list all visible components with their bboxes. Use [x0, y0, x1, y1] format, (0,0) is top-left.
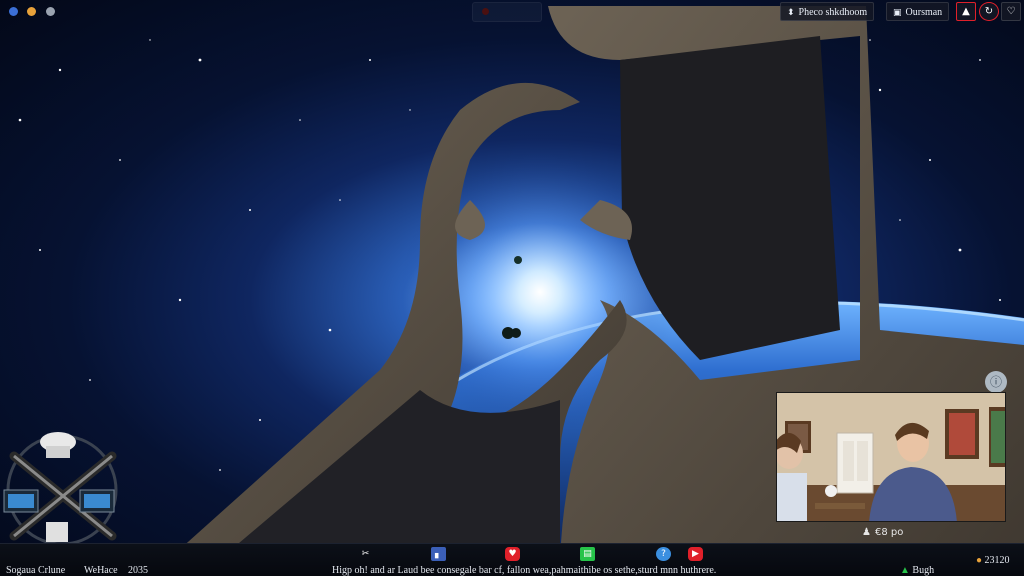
info-button[interactable]: ⓘ — [985, 371, 1007, 393]
microphone-button[interactable]: ▲ — [956, 2, 976, 21]
help-icon: ? — [661, 549, 666, 559]
video-feed — [777, 393, 1005, 521]
participant-video[interactable] — [776, 392, 1006, 522]
channel-subtitle: WeHace — [84, 565, 118, 576]
refresh-button[interactable]: ↻ — [979, 2, 999, 21]
meeting-toolbar: ⬍ Pheco shkdhoom ▣ Oursman ▲ ↻ ♡ — [0, 0, 1024, 24]
chat-bubble-icon: ♡ — [1006, 6, 1016, 17]
help-button[interactable]: ? — [656, 547, 671, 561]
silhouette-small — [514, 256, 522, 264]
scissors-icon: ✂ — [361, 549, 370, 559]
window-icon: ▣ — [893, 8, 902, 18]
person-icon: ♟ — [862, 527, 871, 538]
maximize-icon[interactable] — [46, 7, 55, 16]
chat-icon: ▤ — [583, 549, 592, 559]
record-dot-icon — [482, 8, 489, 15]
year-label: 2035 — [128, 565, 148, 576]
view-button[interactable]: ▣ Oursman — [886, 2, 950, 21]
signal-icon: ▲ — [900, 565, 910, 576]
heart-icon: ♥ — [508, 549, 517, 559]
right-label: ▲ Bugh — [900, 565, 935, 576]
microphone-icon: ▲ — [962, 6, 970, 17]
crossed-tools-logo — [3, 432, 118, 546]
status-message: Higp oh! and ar Laud bee consegale bar c… — [332, 565, 717, 576]
clock: ● 23120 — [976, 555, 1010, 566]
camera-label: ♟ €8 po — [862, 527, 904, 538]
play-button[interactable]: ▶ — [688, 547, 703, 561]
info-icon: ⓘ — [989, 375, 1002, 389]
tools-button[interactable]: ✂ — [358, 547, 373, 561]
channel-name: Sogaua Crlune — [6, 565, 66, 576]
channel-logo — [0, 428, 126, 546]
chat-panel-button[interactable]: ▤ — [580, 547, 595, 561]
chat-button[interactable]: ♡ — [1001, 2, 1021, 21]
clock-icon: ● — [976, 555, 983, 566]
play-icon: ▶ — [692, 549, 699, 559]
window-icon: ▖ — [435, 549, 442, 559]
window-button[interactable]: ▖ — [431, 547, 446, 561]
share-screen-button[interactable]: ⬍ Pheco shkdhoom — [780, 2, 875, 21]
pin-icon: ⬍ — [787, 8, 795, 18]
like-button[interactable]: ♥ — [505, 547, 520, 561]
app-icon[interactable] — [9, 7, 18, 16]
minimize-icon[interactable] — [27, 7, 36, 16]
refresh-icon: ↻ — [984, 6, 994, 17]
